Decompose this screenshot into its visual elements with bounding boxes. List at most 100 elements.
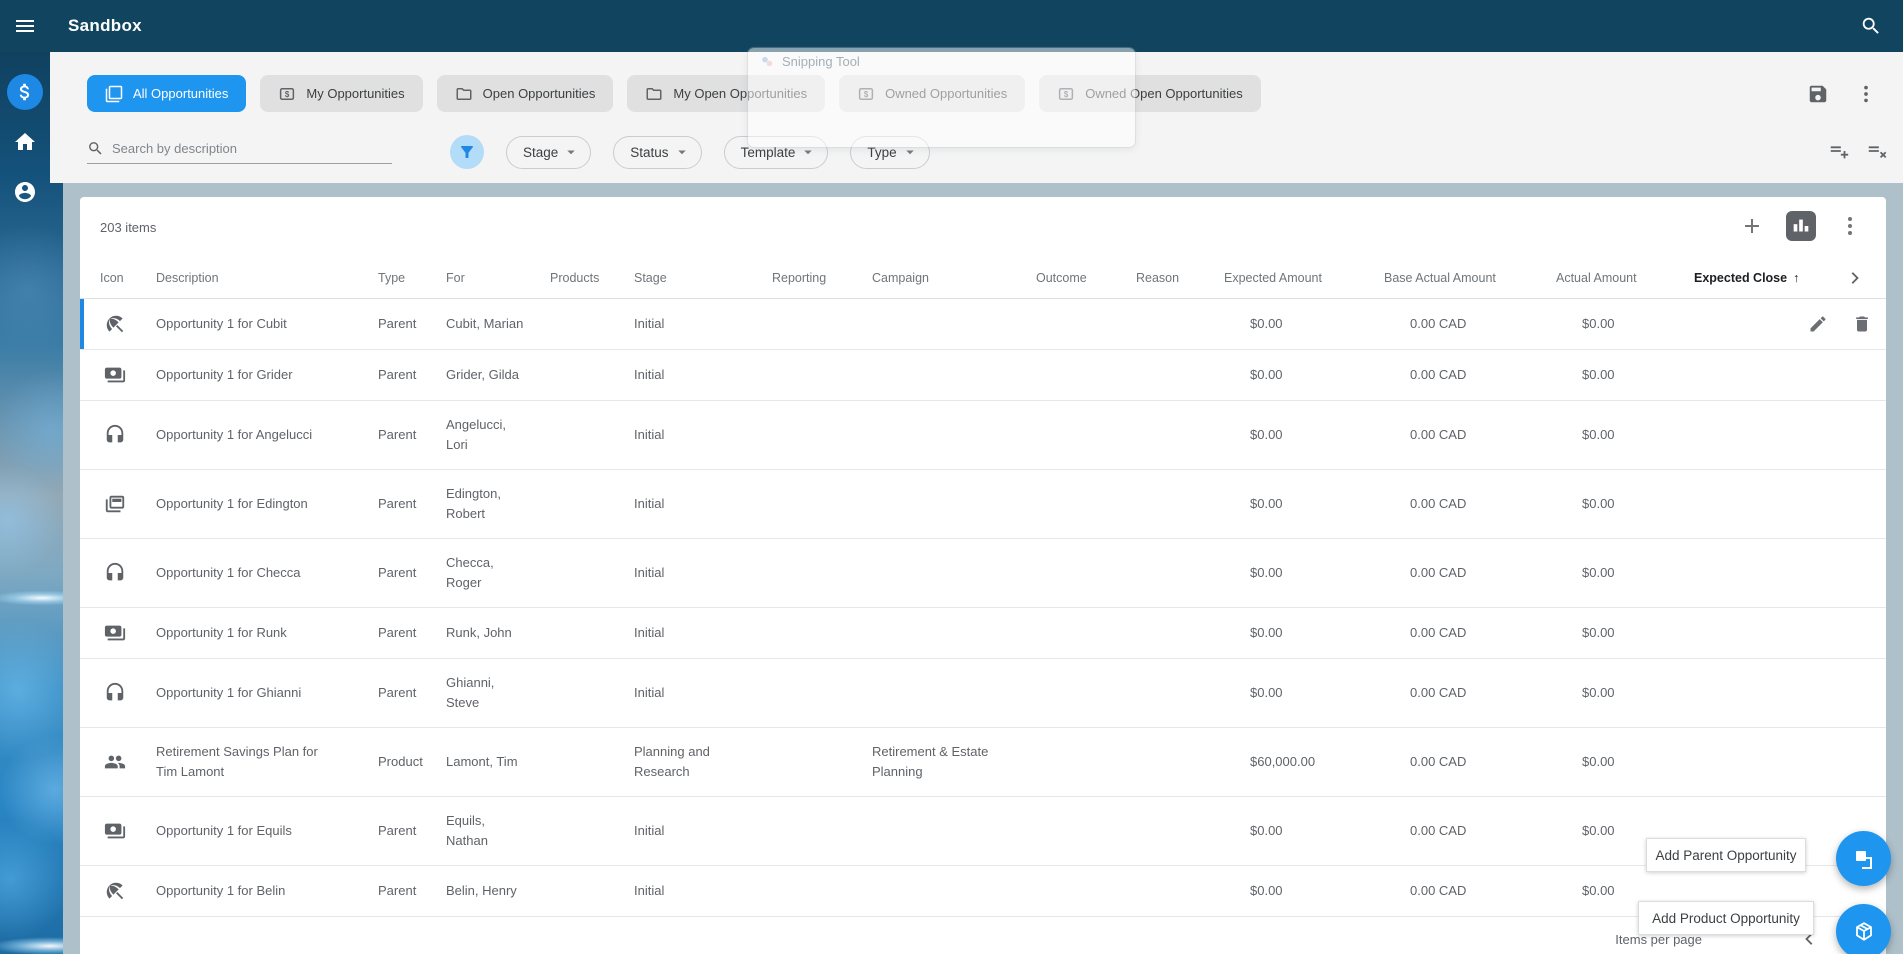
search-icon[interactable] xyxy=(1860,15,1882,37)
row-type-icon-cell xyxy=(100,562,156,584)
headset-icon xyxy=(106,562,124,581)
description-cell[interactable]: Retirement Savings Plan for Tim Lamont xyxy=(156,742,378,782)
description-cell[interactable]: Opportunity 1 for Grider xyxy=(156,365,378,385)
base-actual-amount-cell: 0.00 CAD xyxy=(1410,565,1467,580)
dollar-box-icon: $ xyxy=(858,87,874,100)
add-icon[interactable] xyxy=(1740,214,1764,238)
for-cell[interactable]: Edington, Robert xyxy=(446,484,550,524)
description-cell[interactable]: Opportunity 1 for Runk xyxy=(156,623,378,643)
caret-down-icon xyxy=(804,150,813,155)
tab-owned-open-opportunities[interactable]: $ Owned Open Opportunities xyxy=(1039,75,1261,112)
row-type-icon-cell xyxy=(100,364,156,386)
actual-amount-cell: $0.00 xyxy=(1582,367,1615,382)
filter-dropdown-stage[interactable]: Stage xyxy=(506,135,592,169)
main-content: All Opportunities $ My Opportunities Open O… xyxy=(50,52,1903,954)
sidebar-item-opportunities[interactable] xyxy=(7,74,43,110)
type-cell: Parent xyxy=(378,823,417,838)
for-cell[interactable]: Lamont, Tim xyxy=(446,752,550,772)
edit-row-button[interactable] xyxy=(1808,314,1828,334)
description-cell[interactable]: Opportunity 1 for Edington xyxy=(156,494,378,514)
for-cell[interactable]: Grider, Gilda xyxy=(446,365,550,385)
pencil-icon xyxy=(1810,316,1826,332)
view-tabs: All Opportunities $ My Opportunities Open O… xyxy=(87,75,1261,112)
cards-icon xyxy=(105,495,125,513)
table-row[interactable]: Opportunity 1 for Edington Parent Edington… xyxy=(80,470,1886,539)
chevron-right-icon[interactable] xyxy=(1844,267,1866,289)
for-cell[interactable]: Angelucci, Lori xyxy=(446,415,550,455)
tab-open-opportunities[interactable]: Open Opportunities xyxy=(436,75,614,112)
search-input[interactable] xyxy=(112,141,372,156)
stage-cell: Initial xyxy=(634,823,665,838)
table-row[interactable]: Opportunity 1 for Equils Parent Equils, Nat… xyxy=(80,797,1886,866)
views-panel: All Opportunities $ My Opportunities Open O… xyxy=(50,52,1903,183)
description-cell[interactable]: Opportunity 1 for Checca xyxy=(156,563,378,583)
for-cell[interactable]: Equils, Nathan xyxy=(446,811,550,851)
row-type-icon-cell xyxy=(100,313,156,335)
table-row[interactable]: Retirement Savings Plan for Tim Lamont Pro… xyxy=(80,728,1886,797)
table-row[interactable]: Opportunity 1 for Runk Parent Runk, John In… xyxy=(80,608,1886,659)
description-cell[interactable]: Opportunity 1 for Equils xyxy=(156,821,378,841)
type-cell: Parent xyxy=(378,625,417,640)
table-row[interactable]: Opportunity 1 for Angelucci Parent Angeluc… xyxy=(80,401,1886,470)
for-cell[interactable]: Runk, John xyxy=(446,623,550,643)
base-actual-amount-cell: 0.00 CAD xyxy=(1410,754,1467,769)
column-header-actual-amount[interactable]: Actual Amount xyxy=(1556,271,1694,285)
card-more-menu-icon[interactable] xyxy=(1838,214,1862,238)
description-cell[interactable]: Opportunity 1 for Angelucci xyxy=(156,425,378,445)
description-cell[interactable]: Opportunity 1 for Belin xyxy=(156,881,378,901)
column-header-description[interactable]: Description xyxy=(156,271,378,285)
add-rows-icon[interactable] xyxy=(1828,140,1850,162)
view-actions xyxy=(1807,83,1877,105)
table-row[interactable]: Opportunity 1 for Ghianni Parent Ghianni, S… xyxy=(80,659,1886,728)
headset-icon xyxy=(106,682,124,701)
table-row[interactable]: Opportunity 1 for Checca Parent Checca, Rog… xyxy=(80,539,1886,608)
filter-dropdown-status[interactable]: Status xyxy=(613,135,702,169)
column-header-reporting[interactable]: Reporting xyxy=(772,271,872,285)
remove-rows-icon[interactable] xyxy=(1866,140,1888,162)
column-header-expected-amount[interactable]: Expected Amount xyxy=(1224,271,1384,285)
for-cell[interactable]: Ghianni, Steve xyxy=(446,673,550,713)
column-header-base-actual-amount[interactable]: Base Actual Amount xyxy=(1384,271,1556,285)
for-cell[interactable]: Checca, Roger xyxy=(446,553,550,593)
column-header-reason[interactable]: Reason xyxy=(1136,271,1224,285)
column-header-stage[interactable]: Stage xyxy=(634,271,772,285)
filter-dropdown-template[interactable]: Template xyxy=(723,135,829,169)
for-cell[interactable]: Cubit, Marian xyxy=(446,314,550,334)
sidebar-item-home[interactable] xyxy=(7,124,43,160)
table-row[interactable]: Opportunity 1 for Grider Parent Grider, Gi… xyxy=(80,350,1886,401)
column-header-campaign[interactable]: Campaign xyxy=(872,271,1036,285)
tab-all-opportunities[interactable]: All Opportunities xyxy=(87,75,247,112)
stage-cell: Initial xyxy=(634,316,665,331)
chart-view-icon[interactable] xyxy=(1786,211,1816,241)
dollar-box-icon: $ xyxy=(280,87,295,100)
base-actual-amount-cell: 0.00 CAD xyxy=(1410,625,1467,640)
column-header-expected-close[interactable]: Expected Close ↑ xyxy=(1694,271,1804,285)
save-view-button[interactable] xyxy=(1807,83,1829,105)
description-cell[interactable]: Opportunity 1 for Ghianni xyxy=(156,683,378,703)
filter-button[interactable] xyxy=(450,135,484,169)
filter-dropdown-type[interactable]: Type xyxy=(850,135,930,169)
column-header-for[interactable]: For xyxy=(446,271,550,285)
column-header-outcome[interactable]: Outcome xyxy=(1036,271,1136,285)
tab-my-opportunities[interactable]: $ My Opportunities xyxy=(260,75,423,112)
tab-my-open-opportunities[interactable]: My Open Opportunities xyxy=(627,75,826,112)
headset-icon xyxy=(106,424,124,443)
description-cell[interactable]: Opportunity 1 for Cubit xyxy=(156,314,378,334)
dropdown-label: Type xyxy=(867,144,897,160)
column-header-icon[interactable]: Icon xyxy=(100,271,156,285)
table-row[interactable]: Opportunity 1 for Belin Parent Belin, Henr… xyxy=(80,866,1886,917)
column-header-products[interactable]: Products xyxy=(550,271,634,285)
delete-row-button[interactable] xyxy=(1852,314,1872,334)
tab-owned-opportunities[interactable]: $ Owned Opportunities xyxy=(839,75,1026,112)
sidebar-item-account[interactable] xyxy=(7,174,43,210)
table-row[interactable]: Opportunity 1 for Cubit Parent Cubit, Mari… xyxy=(80,299,1886,350)
add-product-opportunity-fab[interactable] xyxy=(1836,904,1891,954)
trash-icon xyxy=(1856,316,1868,332)
add-parent-opportunity-fab[interactable] xyxy=(1836,831,1891,886)
stage-cell: Planning and Research xyxy=(634,744,710,779)
column-header-type[interactable]: Type xyxy=(378,271,446,285)
menu-icon[interactable] xyxy=(13,14,37,38)
for-cell[interactable]: Belin, Henry xyxy=(446,881,550,901)
view-more-menu-icon[interactable] xyxy=(1855,83,1877,105)
table-header-row: Icon Description Type For Products Stage Repor… xyxy=(80,257,1886,299)
